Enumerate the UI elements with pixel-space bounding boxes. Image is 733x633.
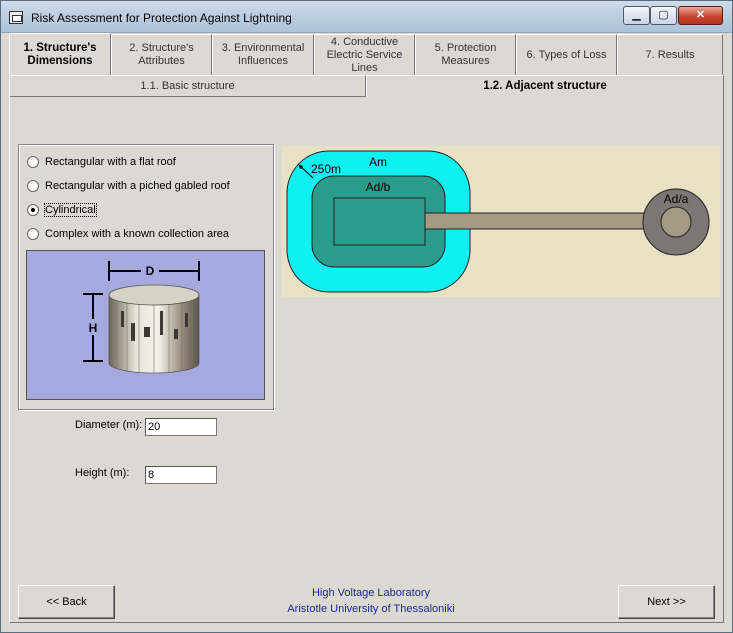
maximize-button[interactable]: ▢ xyxy=(650,6,677,25)
radio-cylindrical[interactable]: Cylindrical xyxy=(27,202,97,218)
radio-rect-flat-roof[interactable]: Rectangular with a flat roof xyxy=(27,154,176,170)
area-adb-label: Ad/b xyxy=(366,180,391,194)
tab-conductive-lines[interactable]: 4. Conductive Electric Service Lines xyxy=(314,34,415,75)
tab-results[interactable]: 7. Results xyxy=(617,34,723,75)
radio-button-selected[interactable] xyxy=(27,204,39,216)
tab-label-line: Lines xyxy=(351,61,378,74)
app-window: Risk Assessment for Protection Against L… xyxy=(0,0,733,633)
tab-structure-dimensions[interactable]: 1. Structure's Dimensions xyxy=(9,33,111,75)
area-am-label: Am xyxy=(369,155,387,169)
radio-rect-gabled-roof[interactable]: Rectangular with a piched gabled roof xyxy=(27,178,230,194)
tab-label-line: Attributes xyxy=(138,55,185,67)
minimize-button[interactable]: ▁ xyxy=(623,6,650,25)
radius-label: 250m xyxy=(311,162,341,176)
tab-label-line: Dimensions xyxy=(27,54,93,67)
tab-protection-measures[interactable]: 5. Protection Measures xyxy=(415,34,516,75)
structure-preview-image: D H xyxy=(26,250,265,400)
app-icon xyxy=(9,11,23,24)
footer-lab-name: High Voltage Laboratory xyxy=(311,587,431,599)
radio-label: Rectangular with a piched gabled roof xyxy=(45,180,230,192)
height-dimension-label: H xyxy=(89,321,98,335)
radio-button[interactable] xyxy=(27,156,39,168)
tab-label-line: 3. Environmental xyxy=(221,42,305,54)
radio-complex-area[interactable]: Complex with a known collection area xyxy=(27,226,229,242)
height-input[interactable] xyxy=(145,466,217,484)
tab-label-line: 7. Results xyxy=(645,48,695,61)
diameter-input[interactable] xyxy=(145,418,217,436)
radio-label: Complex with a known collection area xyxy=(45,228,230,240)
back-button[interactable]: << Back xyxy=(18,585,115,619)
close-button[interactable]: ✕ xyxy=(678,6,723,25)
window-title: Risk Assessment for Protection Against L… xyxy=(31,11,292,25)
tab-label-line: Influences xyxy=(237,55,289,67)
tab-structure-attributes[interactable]: 2. Structure's Attributes xyxy=(111,34,212,75)
main-tab-strip: 1. Structure's Dimensions 2. Structure's A… xyxy=(9,33,724,75)
tab-label-line: 6. Types of Loss xyxy=(526,48,607,61)
tab-types-of-loss[interactable]: 6. Types of Loss xyxy=(516,34,617,75)
title-bar[interactable]: Risk Assessment for Protection Against L… xyxy=(1,1,732,33)
tab-environmental-influences[interactable]: 3. Environmental Influences xyxy=(212,34,314,75)
subtab-basic-structure[interactable]: 1.1. Basic structure xyxy=(9,75,366,97)
tab-label-line: Measures xyxy=(441,55,490,67)
radio-button[interactable] xyxy=(27,180,39,192)
tab-label-line: Electric Service xyxy=(326,48,403,61)
sub-tab-strip: 1.1. Basic structure 1.2. Adjacent struc… xyxy=(9,75,724,97)
service-line xyxy=(424,212,666,230)
radio-label: Rectangular with a flat roof xyxy=(45,156,176,168)
collection-area-diagram: 250m Am Ad/b Ad/a xyxy=(282,146,720,297)
height-label: Height (m): xyxy=(75,467,130,479)
adjacent-structure-shape xyxy=(660,206,692,238)
next-button[interactable]: Next >> xyxy=(618,585,715,619)
tab-label-line: 5. Protection xyxy=(434,42,497,54)
tab-label-line: 2. Structure's xyxy=(129,42,194,54)
subtab-adjacent-structure[interactable]: 1.2. Adjacent structure xyxy=(366,75,724,97)
cylinder-illustration: D H xyxy=(83,261,200,374)
radio-label: Cylindrical xyxy=(44,203,97,217)
tab-label-line: 4. Conductive xyxy=(330,35,399,48)
footer-university-name: Aristotle University of Thessaloniki xyxy=(287,603,455,615)
collection-area-svg: 250m Am Ad/b Ad/a xyxy=(286,150,710,293)
diameter-label: Diameter (m): xyxy=(75,419,143,431)
radio-button[interactable] xyxy=(27,228,39,240)
tab-label-line: 1. Structure's xyxy=(23,41,97,54)
area-ada-label: Ad/a xyxy=(664,192,689,206)
diameter-dimension-label: D xyxy=(146,264,155,278)
